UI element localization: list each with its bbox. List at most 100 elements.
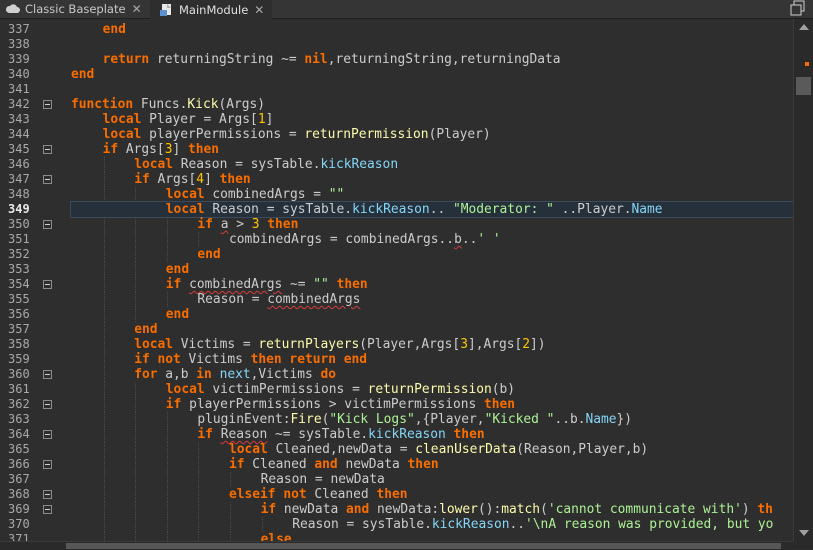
tab-mainmodule[interactable]: MainModule ✕ — [150, 0, 272, 19]
code-token: end — [71, 67, 95, 82]
restore-window-icon[interactable] — [789, 0, 807, 17]
code-line[interactable]: 338 — [0, 37, 793, 52]
code-line[interactable]: 340 end — [0, 67, 793, 82]
code-token: 1 — [257, 112, 266, 127]
code-line[interactable]: 368 elseif not Cleaned then — [0, 487, 793, 502]
code-line[interactable]: 359 if not Victims then return end — [0, 352, 793, 367]
code-line[interactable]: 341 — [0, 82, 793, 97]
code-token: victimPermissions = — [204, 382, 368, 397]
code-line[interactable]: 351 combinedArgs = combinedArgs..b..' ' — [0, 232, 793, 247]
line-number: 361 — [8, 382, 30, 396]
code-line[interactable]: 362 if playerPermissions > victimPermissi… — [0, 397, 793, 412]
line-number: 364 — [8, 427, 30, 441]
code-line[interactable]: 352 end — [0, 247, 793, 262]
code-token: Kick — [187, 97, 219, 112]
code-line[interactable]: 360 for a,b in next,Victims do — [0, 367, 793, 382]
code-token: ]) — [530, 337, 546, 352]
code-token: else — [260, 532, 292, 541]
tab-bar: Classic Baseplate ✕ MainModule ✕ — [0, 0, 813, 19]
code-token: newData — [337, 457, 408, 472]
code-token: kickReason — [431, 517, 510, 532]
code-line[interactable]: 344 local playerPermissions = returnPermi… — [0, 127, 793, 142]
code-line[interactable]: 358 local Victims = returnPlayers(Player,… — [0, 337, 793, 352]
code-line[interactable]: 365 local Cleaned,newData = cleanUserData… — [0, 442, 793, 457]
code-token: ,{Player, — [414, 412, 485, 427]
code-token: then — [267, 217, 299, 232]
code-text: end — [71, 262, 793, 277]
code-line[interactable]: 361 local victimPermissions = returnPermi… — [0, 382, 793, 397]
fold-toggle-icon[interactable] — [43, 505, 52, 514]
fold-toggle-icon[interactable] — [43, 100, 52, 109]
code-token: Args[ — [118, 142, 165, 157]
code-token: local — [165, 382, 205, 397]
code-token: Reason = sysTable. — [204, 202, 353, 217]
code-line[interactable]: 363 pluginEvent:Fire("Kick Logs",{Player,… — [0, 412, 793, 427]
fold-toggle-icon[interactable] — [43, 145, 52, 154]
code-token: match — [501, 502, 541, 517]
code-token: local — [134, 157, 173, 172]
code-line[interactable]: 349 local Reason = sysTable.kickReason.. … — [0, 201, 793, 218]
scrollbar-thumb[interactable] — [796, 77, 811, 95]
code-token: 'cannot communicate with' — [547, 502, 742, 517]
code-token: then — [484, 397, 516, 412]
fold-toggle-icon[interactable] — [43, 220, 52, 229]
code-token: local — [229, 442, 268, 457]
code-line[interactable]: 347 if Args[4] then — [0, 172, 793, 187]
line-number: 370 — [8, 517, 30, 531]
code-line[interactable]: 345 if Args[3] then — [0, 142, 793, 157]
script-editor[interactable]: 337 end 338 339 return returningString ~= ni… — [0, 19, 793, 541]
code-line[interactable]: 350 if a > 3 then — [0, 217, 793, 232]
code-line[interactable]: 366 if Cleaned and newData then — [0, 457, 793, 472]
code-line[interactable]: 353 end — [0, 262, 793, 277]
code-token: then — [336, 277, 368, 292]
code-text: if playerPermissions > victimPermissions… — [71, 397, 793, 412]
code-line[interactable]: 357 end — [0, 322, 793, 337]
code-line[interactable]: 354 if combinedArgs ~= "" then — [0, 277, 793, 292]
code-token: return — [102, 52, 150, 67]
code-token: then — [188, 142, 220, 157]
fold-toggle-icon[interactable] — [43, 460, 52, 469]
code-line[interactable]: 364 if Reason ~= sysTable.kickReason then — [0, 427, 793, 442]
code-token: ] — [265, 112, 274, 127]
code-line[interactable]: 342 function Funcs.Kick(Args) — [0, 97, 793, 112]
code-line[interactable]: 339 return returningString ~= nil,returni… — [0, 52, 793, 67]
code-token: returnPermission — [367, 382, 492, 397]
fold-toggle-icon[interactable] — [43, 400, 52, 409]
tab-classic-baseplate[interactable]: Classic Baseplate ✕ — [0, 0, 150, 18]
code-token: then — [376, 487, 408, 502]
code-token: th — [757, 502, 773, 517]
vertical-scrollbar[interactable] — [793, 19, 813, 541]
code-line[interactable]: 337 end — [0, 22, 793, 37]
fold-toggle-icon[interactable] — [43, 370, 52, 379]
code-token: Victims = — [173, 337, 259, 352]
close-icon[interactable]: ✕ — [132, 2, 142, 16]
fold-toggle-icon[interactable] — [43, 280, 52, 289]
code-line[interactable]: 343 local Player = Args[1] — [0, 112, 793, 127]
scroll-up-arrow-icon[interactable] — [799, 24, 809, 30]
code-line[interactable]: 367 Reason = newData — [0, 472, 793, 487]
fold-toggle-icon[interactable] — [43, 175, 52, 184]
scroll-down-arrow-icon[interactable] — [799, 530, 809, 536]
code-line[interactable]: 369 if newData and newData:lower():match(… — [0, 502, 793, 517]
code-token: then — [219, 172, 251, 187]
code-token: if not — [134, 352, 181, 367]
line-number: 341 — [8, 82, 30, 96]
code-line[interactable]: 348 local combinedArgs = "" — [0, 187, 793, 202]
line-number: 356 — [8, 307, 30, 321]
scrollbar-thumb[interactable] — [66, 543, 781, 549]
code-token: kickReason — [320, 157, 399, 172]
fold-toggle-icon[interactable] — [43, 430, 52, 439]
code-text: local Reason = sysTable.kickReason.. "Mo… — [70, 201, 793, 218]
close-icon[interactable]: ✕ — [254, 3, 264, 17]
fold-toggle-icon[interactable] — [43, 490, 52, 499]
code-line[interactable]: 370 Reason = sysTable.kickReason..'\nA re… — [0, 517, 793, 532]
line-number: 360 — [8, 367, 30, 381]
code-line[interactable]: 355 Reason = combinedArgs — [0, 292, 793, 307]
code-text: if Cleaned and newData then — [71, 457, 793, 472]
code-token: local — [134, 337, 173, 352]
code-line[interactable]: 356 end — [0, 307, 793, 322]
code-line[interactable]: 346 local Reason = sysTable.kickReason — [0, 157, 793, 172]
code-token: local — [165, 187, 205, 202]
code-line[interactable]: 371 else — [0, 532, 793, 541]
code-text: local Reason = sysTable.kickReason — [71, 157, 793, 172]
